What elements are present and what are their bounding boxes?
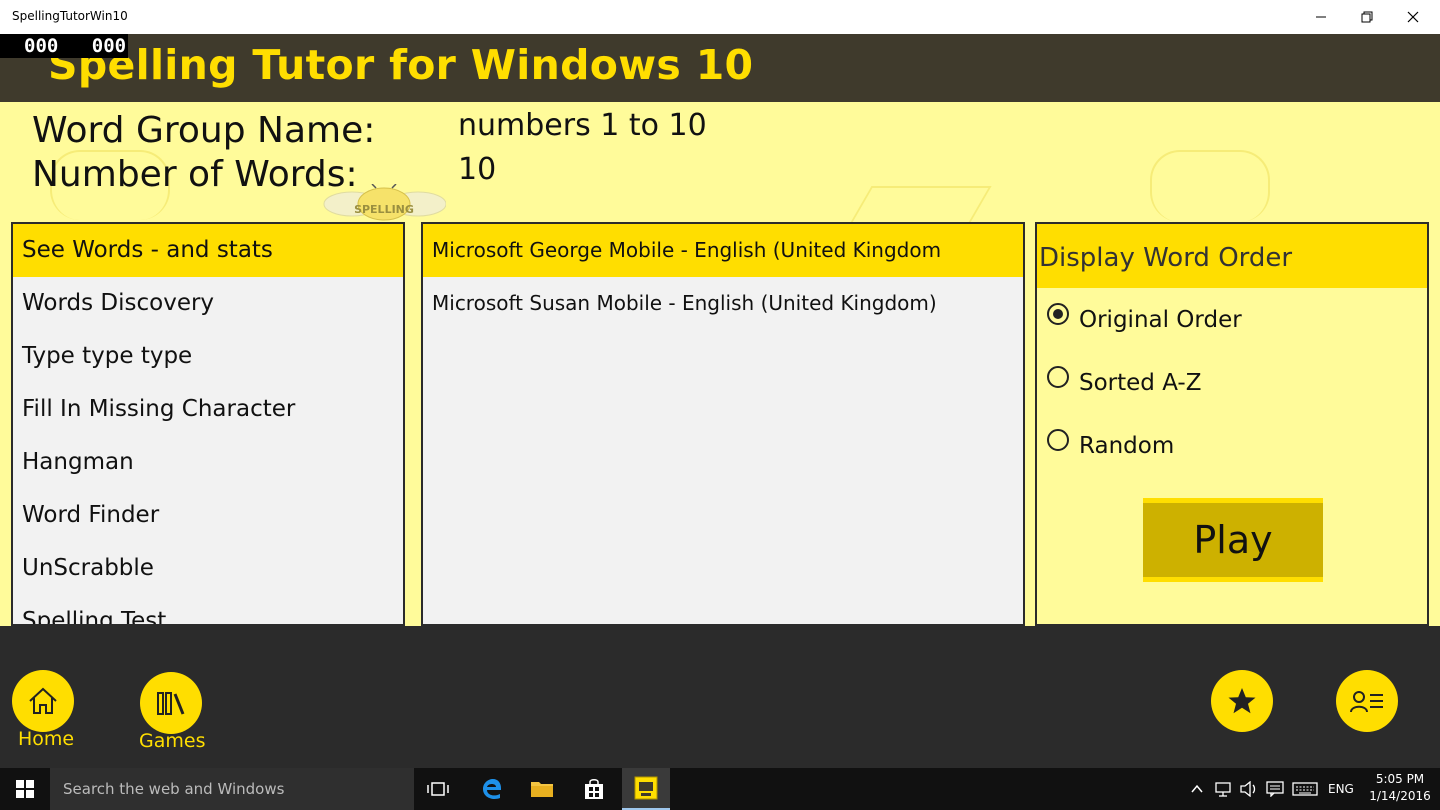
window-title-bar: SpellingTutorWin10	[0, 0, 1440, 34]
windows-taskbar: Search the web and Windows ENG 5:05 PM 1…	[0, 768, 1440, 810]
radio-label-sorted-a-z: Sorted A-Z	[1079, 370, 1202, 396]
games-button[interactable]	[140, 672, 202, 734]
frame-counter: 000 000	[0, 34, 128, 58]
activity-item-word-finder[interactable]: Word Finder	[13, 489, 403, 542]
task-view-button[interactable]	[414, 768, 462, 810]
activity-item-fill-in-missing-character[interactable]: Fill In Missing Character	[13, 383, 403, 436]
home-label[interactable]: Home	[18, 728, 74, 750]
window-title: SpellingTutorWin10	[12, 9, 128, 23]
close-icon	[1407, 11, 1419, 23]
background-hexagon	[848, 186, 992, 226]
voice-item-george[interactable]: Microsoft George Mobile - English (Unite…	[423, 224, 1023, 277]
play-button[interactable]: Play	[1143, 498, 1323, 582]
input-language[interactable]: ENG	[1328, 782, 1354, 796]
taskbar-clock[interactable]: 5:05 PM 1/14/2016	[1362, 771, 1438, 805]
task-view-icon	[427, 782, 449, 796]
favorite-button[interactable]	[1211, 670, 1273, 732]
keyboard-icon[interactable]	[1292, 781, 1318, 797]
radio-random[interactable]: Random	[1047, 422, 1175, 459]
system-tray: ENG	[1190, 768, 1354, 810]
spelling-tutor-app-icon	[634, 776, 658, 800]
radio-button[interactable]	[1047, 303, 1069, 325]
radio-original-order[interactable]: Original Order	[1047, 296, 1242, 333]
edge-icon	[483, 779, 501, 799]
home-button[interactable]	[12, 670, 74, 732]
bee-logo-text: SPELLING	[354, 203, 414, 216]
edge-browser-button[interactable]	[468, 768, 516, 810]
frame-counter-right: 000	[91, 35, 127, 57]
restore-icon	[1361, 11, 1373, 23]
minimize-button[interactable]	[1298, 0, 1344, 34]
activity-item-see-words[interactable]: See Words - and stats	[13, 224, 403, 277]
bee-logo-icon: SPELLING	[323, 184, 446, 221]
contact-list-button[interactable]	[1336, 670, 1398, 732]
clock-date: 1/14/2016	[1369, 789, 1431, 803]
restore-button[interactable]	[1344, 0, 1390, 34]
word-count-label: Number of Words:	[32, 154, 358, 195]
radio-button[interactable]	[1047, 429, 1069, 451]
store-bag-icon	[585, 779, 603, 799]
activity-item-words-discovery[interactable]: Words Discovery	[13, 277, 403, 330]
windows-logo-icon	[16, 780, 34, 798]
activity-list: See Words - and stats Words Discovery Ty…	[11, 222, 405, 626]
frame-counter-left: 000	[24, 35, 59, 57]
radio-label-original-order: Original Order	[1079, 307, 1242, 333]
start-button[interactable]	[0, 768, 50, 810]
background-hexagon	[1150, 150, 1270, 222]
voice-list: Microsoft George Mobile - English (Unite…	[421, 222, 1025, 626]
minimize-icon	[1316, 16, 1326, 18]
library-icon	[157, 692, 185, 715]
activity-item-spelling-test[interactable]: Spelling Test	[13, 595, 403, 624]
spelling-tutor-taskbar-button[interactable]	[622, 768, 670, 810]
file-explorer-button[interactable]	[518, 768, 566, 810]
contact-list-icon	[1350, 691, 1383, 713]
notifications-icon[interactable]	[1266, 781, 1284, 797]
activity-item-hangman[interactable]: Hangman	[13, 436, 403, 489]
home-icon	[29, 687, 57, 714]
radio-sorted-a-z[interactable]: Sorted A-Z	[1047, 359, 1202, 396]
clock-time: 5:05 PM	[1375, 772, 1425, 786]
radio-button[interactable]	[1047, 366, 1069, 388]
network-icon[interactable]	[1214, 781, 1232, 797]
chevron-up-icon[interactable]	[1190, 782, 1204, 796]
store-button[interactable]	[570, 768, 618, 810]
games-label[interactable]: Games	[139, 730, 205, 752]
folder-icon	[531, 782, 553, 797]
app-header: Spelling Tutor for Windows 10	[0, 34, 1440, 102]
word-order-panel: Display Word Order Original Order Sorted…	[1035, 222, 1429, 626]
taskbar-search-box[interactable]: Search the web and Windows	[50, 768, 414, 810]
activity-item-unscrabble[interactable]: UnScrabble	[13, 542, 403, 595]
close-button[interactable]	[1390, 0, 1436, 34]
radio-label-random: Random	[1079, 433, 1175, 459]
word-group-label: Word Group Name:	[32, 110, 376, 151]
word-count-value: 10	[458, 152, 497, 187]
activity-item-type-type-type[interactable]: Type type type	[13, 330, 403, 383]
word-group-value: numbers 1 to 10	[458, 108, 707, 143]
volume-icon[interactable]	[1240, 781, 1258, 797]
app-title: Spelling Tutor for Windows 10	[48, 41, 754, 89]
star-icon	[1228, 688, 1256, 714]
voice-item-susan[interactable]: Microsoft Susan Mobile - English (United…	[423, 277, 1023, 330]
bottom-app-bar: Home Games	[0, 626, 1440, 768]
word-order-header: Display Word Order	[1037, 224, 1427, 288]
